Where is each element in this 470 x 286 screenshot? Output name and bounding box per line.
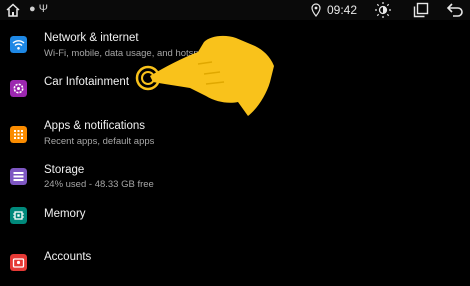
- settings-item-title: Storage: [44, 164, 85, 176]
- settings-item-subtitle: Recent apps, default apps: [44, 136, 155, 147]
- brightness-icon[interactable]: [374, 1, 392, 19]
- clock: 09:42: [327, 3, 358, 17]
- account-icon: [10, 254, 27, 271]
- home-icon[interactable]: [5, 2, 21, 18]
- settings-item-title: Car Infotainment: [44, 76, 130, 88]
- gear-icon: [10, 80, 27, 97]
- notification-icons: ● Ψ: [29, 3, 48, 15]
- status-bar: ● Ψ 09:42: [0, 0, 470, 20]
- wifi-icon: [10, 36, 27, 53]
- memory-icon: [10, 207, 27, 224]
- settings-item-accounts[interactable]: Accounts: [0, 246, 470, 286]
- settings-item-subtitle: 24% used - 48.33 GB free: [44, 179, 154, 190]
- pointing-hand-icon: [135, 35, 274, 117]
- recents-icon[interactable]: [413, 2, 429, 18]
- settings-item-title: Memory: [44, 208, 86, 220]
- settings-item-title: Accounts: [44, 251, 92, 263]
- settings-item-storage[interactable]: Storage 24% used - 48.33 GB free: [0, 158, 470, 198]
- location-icon: [311, 3, 321, 17]
- back-icon[interactable]: [446, 2, 464, 18]
- settings-item-memory[interactable]: Memory: [0, 202, 470, 242]
- apps-grid-icon: [10, 126, 27, 143]
- storage-icon: [10, 168, 27, 185]
